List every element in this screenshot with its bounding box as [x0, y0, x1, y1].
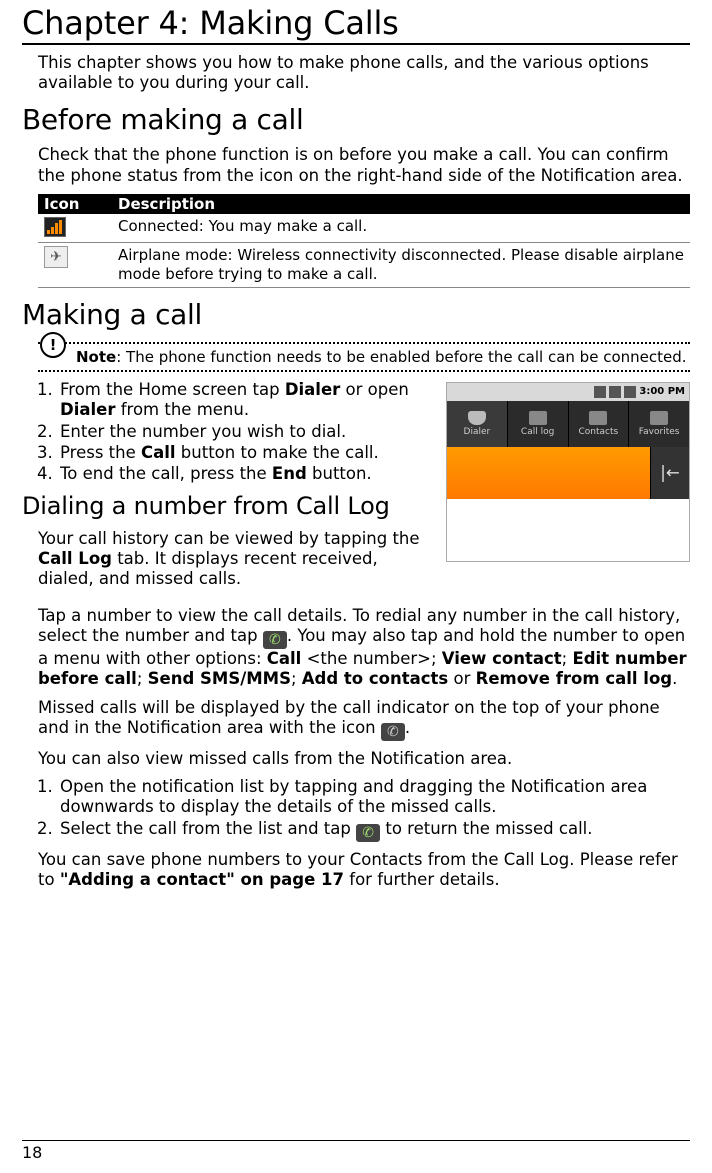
signal-icon — [44, 217, 66, 237]
status-bar: 3:00 PM — [447, 383, 689, 401]
chapter-title: Chapter 4: Making Calls — [22, 0, 690, 45]
call-icon: ✆ — [356, 824, 380, 842]
number-input-row: |← — [447, 447, 689, 499]
row-desc: Airplane mode: Wireless connectivity dis… — [112, 243, 690, 288]
tab-dialer[interactable]: Dialer — [447, 401, 508, 447]
th-desc: Description — [112, 194, 690, 214]
table-header-row: Icon Description — [38, 194, 690, 214]
note-text: : The phone function needs to be enabled… — [116, 348, 686, 366]
dialer-screenshot: 3:00 PM Dialer Call log Contacts Favorit… — [446, 382, 690, 562]
bluetooth-icon — [594, 386, 606, 398]
intro-text: This chapter shows you how to make phone… — [38, 53, 690, 93]
airplane-icon: ✈ — [44, 246, 68, 268]
favorites-icon — [650, 411, 668, 425]
note-box: ! Note: The phone function needs to be e… — [38, 342, 690, 372]
keypad-area — [447, 499, 689, 561]
page-footer: 18 — [22, 1140, 690, 1173]
calllog-p3: Missed calls will be displayed by the ca… — [38, 698, 690, 742]
signal-icon — [609, 386, 621, 398]
calllog-icon — [529, 411, 547, 425]
status-time: 3:00 PM — [639, 386, 685, 398]
section-making-title: Making a call — [22, 298, 690, 332]
page-number: 18 — [22, 1143, 42, 1162]
dialer-icon — [468, 411, 486, 425]
backspace-button[interactable]: |← — [650, 447, 689, 499]
missed-call-icon: ✆ — [381, 723, 405, 741]
section-before-title: Before making a call — [22, 103, 690, 137]
notification-steps: Open the notification list by tapping an… — [38, 777, 690, 842]
before-text: Check that the phone function is on befo… — [38, 145, 690, 185]
calllog-p5: You can save phone numbers to your Conta… — [38, 850, 690, 890]
calllog-p4: You can also view missed calls from the … — [38, 749, 690, 769]
list-item: Select the call from the list and tap ✆ … — [58, 819, 690, 843]
table-row: ✈ Airplane mode: Wireless connectivity d… — [38, 243, 690, 288]
contacts-icon — [589, 411, 607, 425]
calllog-p2: Tap a number to view the call details. T… — [38, 606, 690, 690]
exclamation-icon: ! — [40, 332, 66, 358]
number-input[interactable] — [447, 447, 650, 499]
tab-bar: Dialer Call log Contacts Favorites — [447, 401, 689, 447]
tab-favorites[interactable]: Favorites — [629, 401, 689, 447]
th-icon: Icon — [38, 194, 112, 214]
tab-contacts[interactable]: Contacts — [569, 401, 630, 447]
note-label: Note — [76, 348, 116, 366]
battery-icon — [624, 386, 636, 398]
row-desc: Connected: You may make a call. — [112, 214, 690, 243]
icon-description-table: Icon Description Connected: You may make… — [38, 194, 690, 288]
list-item: Open the notification list by tapping an… — [58, 777, 690, 817]
table-row: Connected: You may make a call. — [38, 214, 690, 243]
tab-calllog[interactable]: Call log — [508, 401, 569, 447]
call-icon: ✆ — [263, 631, 287, 649]
